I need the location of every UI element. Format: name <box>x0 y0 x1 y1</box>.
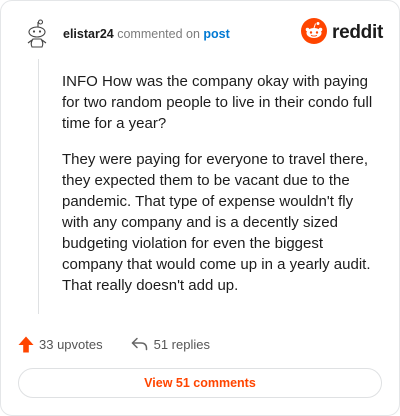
view-comments-button[interactable]: View 51 comments <box>18 368 382 398</box>
upvote-arrow-icon <box>18 336 34 353</box>
comment-body: INFO How was the company okay with payin… <box>62 71 382 311</box>
reddit-wordmark: reddit <box>332 22 383 43</box>
snoo-avatar-icon[interactable] <box>23 19 49 49</box>
replies-button[interactable]: 51 replies <box>131 337 210 352</box>
comment-header: elistar24 commented on post reddit <box>23 17 383 49</box>
commented-on-text: commented on <box>117 27 200 41</box>
post-link[interactable]: post <box>203 27 229 41</box>
embedded-comment-card: elistar24 commented on post reddit INFO … <box>0 0 400 416</box>
thread-line <box>38 59 39 314</box>
comment-paragraph: They were paying for everyone to travel … <box>62 151 371 294</box>
comment-meta: elistar24 commented on post <box>63 27 230 41</box>
replies-count: 51 replies <box>153 336 210 352</box>
username-link[interactable]: elistar24 <box>63 27 114 41</box>
reply-arrow-icon <box>131 337 149 351</box>
comment-paragraph: INFO How was the company okay with payin… <box>62 73 373 132</box>
reddit-brand[interactable]: reddit <box>301 17 383 49</box>
upvotes-button[interactable]: 33 upvotes <box>18 336 103 353</box>
reddit-logo-icon <box>301 17 328 49</box>
upvotes-count: 33 upvotes <box>39 336 103 352</box>
comment-actions: 33 upvotes 51 replies <box>18 334 210 354</box>
